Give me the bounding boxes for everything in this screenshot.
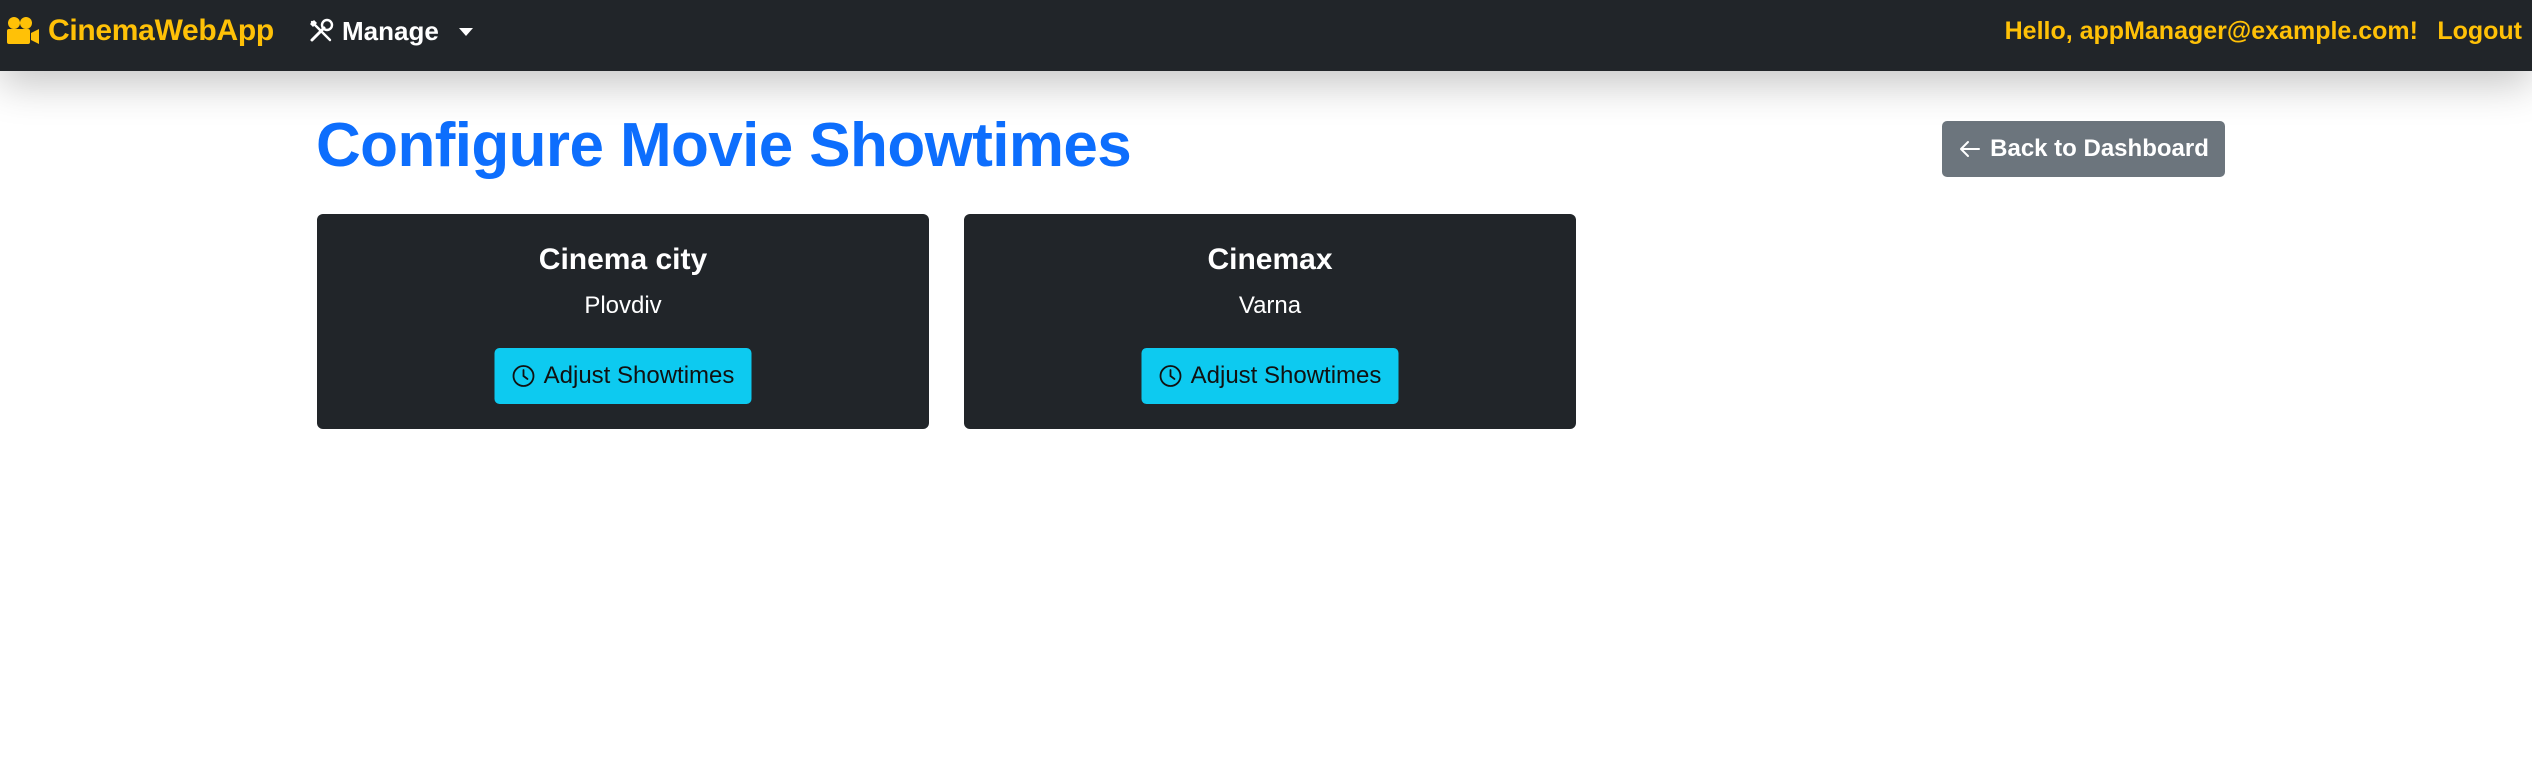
back-to-dashboard-button[interactable]: Back to Dashboard xyxy=(1942,121,2225,177)
cinema-name: Cinema city xyxy=(538,243,708,276)
logout-link[interactable]: Logout xyxy=(2437,13,2522,49)
cinema-name: Cinemax xyxy=(1207,243,1333,276)
back-button-label: Back to Dashboard xyxy=(1990,135,2209,162)
arrow-left-icon xyxy=(1960,141,1981,157)
adjust-showtimes-label: Adjust Showtimes xyxy=(1190,362,1382,389)
top-navbar: CinemaWebApp Manage Hello, appManager@ex… xyxy=(0,0,2532,71)
adjust-showtimes-button[interactable]: Adjust Showtimes xyxy=(1141,348,1399,404)
manage-label: Manage xyxy=(342,15,439,46)
page-title: Configure Movie Showtimes xyxy=(316,111,1132,180)
user-greeting[interactable]: Hello, appManager@example.com! xyxy=(2005,13,2418,49)
cinema-card: Cinemax Varna Adjust Showtimes xyxy=(964,214,1576,429)
manage-dropdown[interactable]: Manage xyxy=(308,13,473,49)
camera-reels-icon xyxy=(7,17,39,44)
tools-icon xyxy=(310,18,334,42)
adjust-showtimes-button[interactable]: Adjust Showtimes xyxy=(494,348,752,404)
cinema-card: Cinema city Plovdiv Adjust Showtimes xyxy=(317,214,929,429)
chevron-down-icon xyxy=(458,28,473,36)
clock-icon xyxy=(1159,365,1182,387)
clock-icon xyxy=(512,365,535,387)
brand-link[interactable]: CinemaWebApp xyxy=(6,13,274,49)
adjust-showtimes-label: Adjust Showtimes xyxy=(543,362,735,389)
brand-name: CinemaWebApp xyxy=(48,14,274,47)
cinema-city: Varna xyxy=(1238,292,1302,319)
cinema-city: Plovdiv xyxy=(584,292,662,319)
